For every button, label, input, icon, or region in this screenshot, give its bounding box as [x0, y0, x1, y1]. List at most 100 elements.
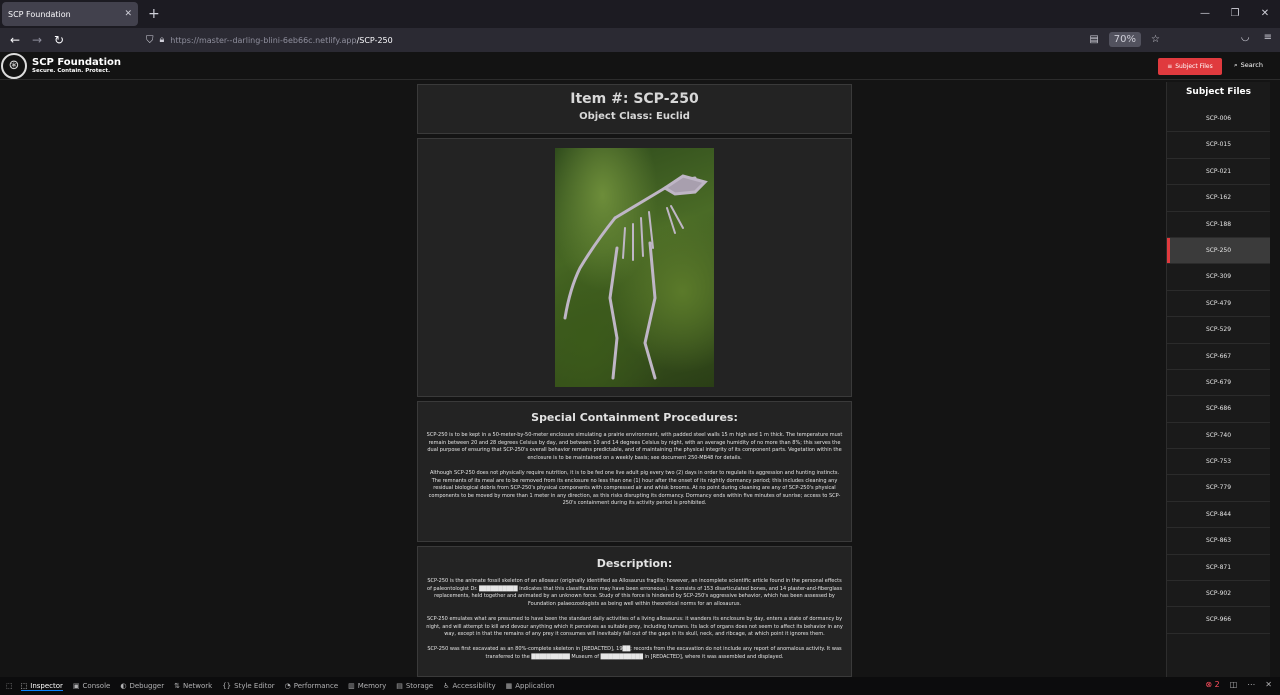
brand-tagline: Secure. Contain. Protect. [32, 68, 111, 74]
bookmark-star-icon[interactable]: ☆ [1151, 34, 1160, 45]
close-devtools-icon[interactable]: ✕ [1265, 680, 1272, 689]
sidebar-item-scp-863[interactable]: SCP-863 [1167, 528, 1270, 555]
scp-logo-icon[interactable]: ⊛ [1, 52, 27, 79]
browser-tab[interactable]: SCP Foundation ✕ [2, 2, 138, 26]
devtools-toolbar: ⬚ ⬚ Inspector ▣ Console ◐ Debugger ⇅ Network{} S… [0, 677, 1280, 695]
devtools-right: ⊗ 2 ◫ ⋯ ✕ [1205, 680, 1272, 689]
sidebar-item-scp-966[interactable]: SCP-966 [1167, 607, 1270, 634]
devtools-tab-icon: ⬚ [20, 681, 28, 690]
devtools-tab-network[interactable]: ⇅ Network [174, 682, 212, 691]
sidebar-item-scp-871[interactable]: SCP-871 [1167, 555, 1270, 582]
subject-files-label: Subject Files [1175, 63, 1213, 70]
item-header-card: Item #: SCP-250 Object Class: Euclid [417, 84, 852, 134]
url-text[interactable]: https://master--darling-blini-6eb66c.net… [170, 36, 392, 45]
description-paragraph: SCP-250 was first excavated as an 80%-co… [427, 646, 842, 660]
devtools-tab-storage[interactable]: ▤ Storage [396, 682, 433, 691]
error-count-value: 2 [1214, 680, 1220, 689]
article: Item #: SCP-250 Object Class: Euclid Spe… [417, 84, 852, 681]
sidebar-item-scp-188[interactable]: SCP-188 [1167, 212, 1270, 238]
sidebar-item-scp-740[interactable]: SCP-740 [1167, 423, 1270, 450]
back-icon[interactable]: ← [4, 33, 26, 47]
object-class: Object Class: Euclid [579, 111, 690, 122]
sidebar-item-scp-667[interactable]: SCP-667 [1167, 344, 1270, 370]
pocket-icon[interactable]: ◡ [1241, 32, 1250, 43]
containment-title: Special Containment Procedures: [531, 411, 738, 424]
list-icon: ≡ [1167, 63, 1173, 70]
devtools-tab-style-editor[interactable]: {} Style Editor [222, 682, 274, 691]
sidebar-item-scp-021[interactable]: SCP-021 [1167, 159, 1270, 186]
url-bar-actions: ▤ 70% ☆ [1089, 32, 1160, 47]
window-controls: — ❐ ✕ [1190, 0, 1280, 28]
sidebar-item-scp-015[interactable]: SCP-015 [1167, 132, 1270, 159]
reload-icon[interactable]: ↻ [48, 33, 70, 47]
devtools-tab-label: Memory [357, 682, 387, 690]
sidebar-item-scp-686[interactable]: SCP-686 [1167, 396, 1270, 423]
sidebar-item-scp-162[interactable]: SCP-162 [1167, 185, 1270, 212]
devtools-tab-icon: ▤ [396, 682, 403, 690]
devtools-tab-label: Inspector [30, 681, 63, 690]
dinosaur-skeleton-image [555, 148, 714, 387]
description-card: Description: SCP-250 is the animate foss… [417, 546, 852, 677]
devtools-tab-icon: ⇅ [174, 682, 180, 690]
devtools-tab-console[interactable]: ▣ Console [73, 682, 110, 691]
sidebar-item-scp-902[interactable]: SCP-902 [1167, 581, 1270, 608]
sidebar-list: SCP-006 SCP-015 SCP-021 SCP-162 SCP-188 SCP-2… [1167, 106, 1270, 634]
subject-files-button[interactable]: ≡ Subject Files [1158, 58, 1222, 75]
close-window-icon[interactable]: ✕ [1250, 0, 1280, 28]
reader-view-icon[interactable]: ▤ [1089, 34, 1098, 45]
devtools-tab-application[interactable]: ▦ Application [506, 682, 555, 691]
containment-card: Special Containment Procedures: SCP-250 … [417, 401, 852, 542]
item-title: Item #: SCP-250 [570, 91, 699, 107]
devtools-tab-icon: ▣ [72, 682, 80, 690]
sidebar-item-scp-479[interactable]: SCP-479 [1167, 291, 1270, 318]
lock-icon[interactable]: 🔒︎ [160, 35, 165, 45]
restore-icon[interactable]: ❐ [1220, 0, 1250, 28]
close-tab-icon[interactable]: ✕ [124, 9, 132, 19]
sidebar-item-scp-529[interactable]: SCP-529 [1167, 317, 1270, 344]
url-host: https://master--darling-blini-6eb66c.net… [170, 35, 357, 45]
dock-icon[interactable]: ◫ [1230, 680, 1238, 689]
devtools-tab-icon: {} [222, 682, 232, 690]
error-icon: ⊗ [1205, 680, 1213, 689]
skeleton-illustration [563, 174, 708, 380]
devtools-tab-label: Debugger [129, 682, 165, 690]
devtools-tab-icon: ◔ [284, 682, 291, 690]
more-options-icon[interactable]: ⋯ [1247, 680, 1255, 689]
sidebar-item-scp-753[interactable]: SCP-753 [1167, 449, 1270, 476]
devtools-tabs: ⬚ Inspector ▣ Console ◐ Debugger ⇅ Network {} Sty… [20, 681, 565, 691]
search-label: Search [1240, 61, 1263, 69]
description-paragraph: SCP-250 is the animate fossil skeleton o… [427, 578, 842, 607]
search-button[interactable]: ⌕ Search [1234, 61, 1263, 70]
sidebar-item-scp-309[interactable]: SCP-309 [1167, 264, 1270, 291]
devtools-tab-memory[interactable]: ▥ Memory [348, 682, 386, 691]
devtools-tab-label: Console [82, 682, 111, 690]
tab-title: SCP Foundation [8, 9, 71, 19]
devtools-tab-accessibility[interactable]: ♿ Accessibility [443, 682, 495, 691]
url-bar[interactable]: ⛉ 🔒︎ https://master--darling-blini-6eb66… [146, 30, 1160, 50]
devtools-tab-inspector[interactable]: ⬚ Inspector [20, 681, 63, 691]
menu-icon[interactable]: ≡ [1264, 32, 1272, 43]
shield-icon[interactable]: ⛉ [146, 35, 154, 46]
search-icon: ⌕ [1234, 61, 1238, 69]
sidebar-item-scp-250[interactable]: SCP-250 [1167, 237, 1270, 265]
containment-paragraph: SCP-250 is to be kept in a 50-meter-by-5… [426, 432, 843, 461]
minimize-icon[interactable]: — [1190, 0, 1220, 28]
image-card [417, 138, 852, 397]
containment-paragraph: Although SCP-250 does not physically req… [428, 469, 841, 507]
forward-icon[interactable]: → [26, 33, 48, 47]
devtools-tab-label: Style Editor [234, 682, 275, 690]
error-count[interactable]: ⊗ 2 [1205, 680, 1219, 689]
sidebar-item-scp-679[interactable]: SCP-679 [1167, 370, 1270, 397]
devtools-tab-label: Network [182, 682, 213, 690]
site-header: ⊛ SCP Foundation Secure. Contain. Protec… [0, 52, 1280, 80]
sidebar-item-scp-006[interactable]: SCP-006 [1167, 106, 1270, 133]
zoom-indicator[interactable]: 70% [1108, 32, 1142, 47]
devtools-tab-performance[interactable]: ◔ Performance [285, 682, 338, 691]
brand[interactable]: SCP Foundation Secure. Contain. Protect. [32, 57, 121, 74]
new-tab-icon[interactable]: + [148, 6, 160, 22]
description-title: Description: [596, 557, 673, 570]
sidebar-item-scp-779[interactable]: SCP-779 [1167, 475, 1270, 502]
sidebar-item-scp-844[interactable]: SCP-844 [1167, 502, 1270, 529]
devtools-tab-debugger[interactable]: ◐ Debugger [120, 682, 164, 691]
pick-element-icon[interactable]: ⬚ [6, 682, 13, 690]
